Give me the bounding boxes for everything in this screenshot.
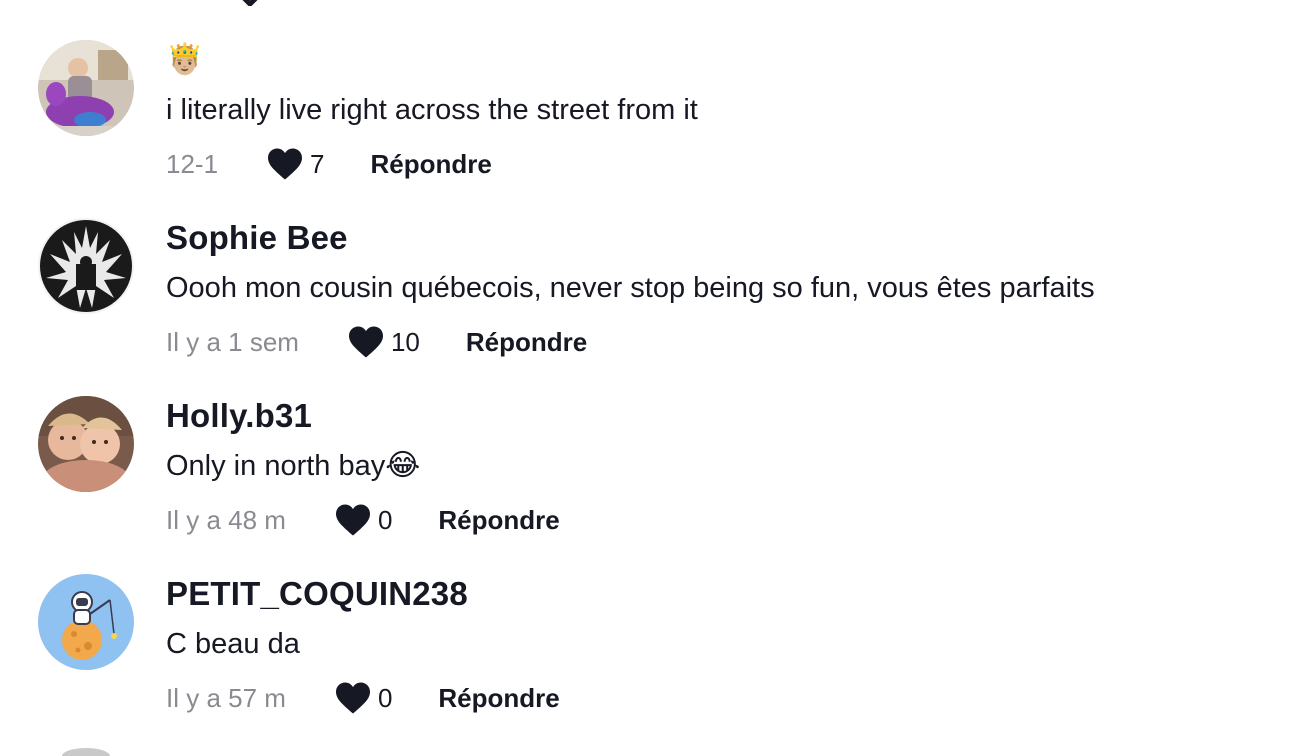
like-count: 0 [377,504,393,535]
comment-text: C beau da [166,628,300,660]
like-button[interactable]: 0 [334,503,392,537]
username-emoji[interactable]: 🤴🏼 [166,40,1250,80]
like-count: 0 [377,682,393,713]
like-count: 7 [310,148,325,179]
comment-time: Il y a 48 m [166,504,286,535]
comment-text: Oooh mon cousin québecois, never stop be… [166,272,1095,304]
heart-icon [268,148,303,180]
comment-text-line: Only in north bay😂 [166,448,1250,484]
comment-meta: Il y a 48 m 0 Répondre [166,500,560,540]
comment-item: 🤴🏼 i literally live right across the str… [0,40,1290,218]
comment-time: Il y a 57 m [166,682,286,713]
comment-username[interactable]: PETIT_COQUIN238 [166,574,1250,614]
comment-text: Only in north bay [166,450,386,482]
comment-item: Sophie Bee Oooh mon cousin québecois, ne… [0,218,1290,396]
laughing-emoji: 😂 [385,449,421,482]
avatar[interactable] [38,40,134,136]
comment-username[interactable]: Holly.b31 [166,396,1250,436]
avatar[interactable] [38,396,134,492]
reply-button[interactable]: Répondre [438,505,559,536]
comment-time: 12-1 [166,148,219,179]
like-button[interactable]: 10 [347,325,420,359]
heart-icon [335,504,370,536]
reply-button[interactable]: Répondre [371,149,492,180]
heart-icon [335,682,370,714]
comment-item: Holly.b31 Only in north bay😂 Il y a 48 m… [0,396,1290,574]
comment-text: i literally live right across the street… [166,94,698,126]
comment-time: Il y a 1 sem [166,326,299,357]
comment-meta: 12-1 7 Répondre [166,144,492,184]
comment-username[interactable]: Sophie Bee [166,218,1250,258]
reply-button[interactable]: Répondre [438,683,559,714]
comment-meta: Il y a 1 sem 10 Répondre [166,322,587,362]
like-button[interactable]: 7 [266,147,325,181]
avatar[interactable] [38,574,134,670]
previous-comment-fragment [160,0,460,6]
avatar[interactable] [38,218,134,314]
like-count: 10 [390,326,420,357]
reply-button[interactable]: Répondre [466,327,587,358]
comment-item: PETIT_COQUIN238 C beau da Il y a 57 m 0 … [0,574,1290,752]
heart-icon [348,326,383,358]
comment-meta: Il y a 57 m 0 Répondre [166,678,560,718]
like-button[interactable]: 0 [334,681,392,715]
